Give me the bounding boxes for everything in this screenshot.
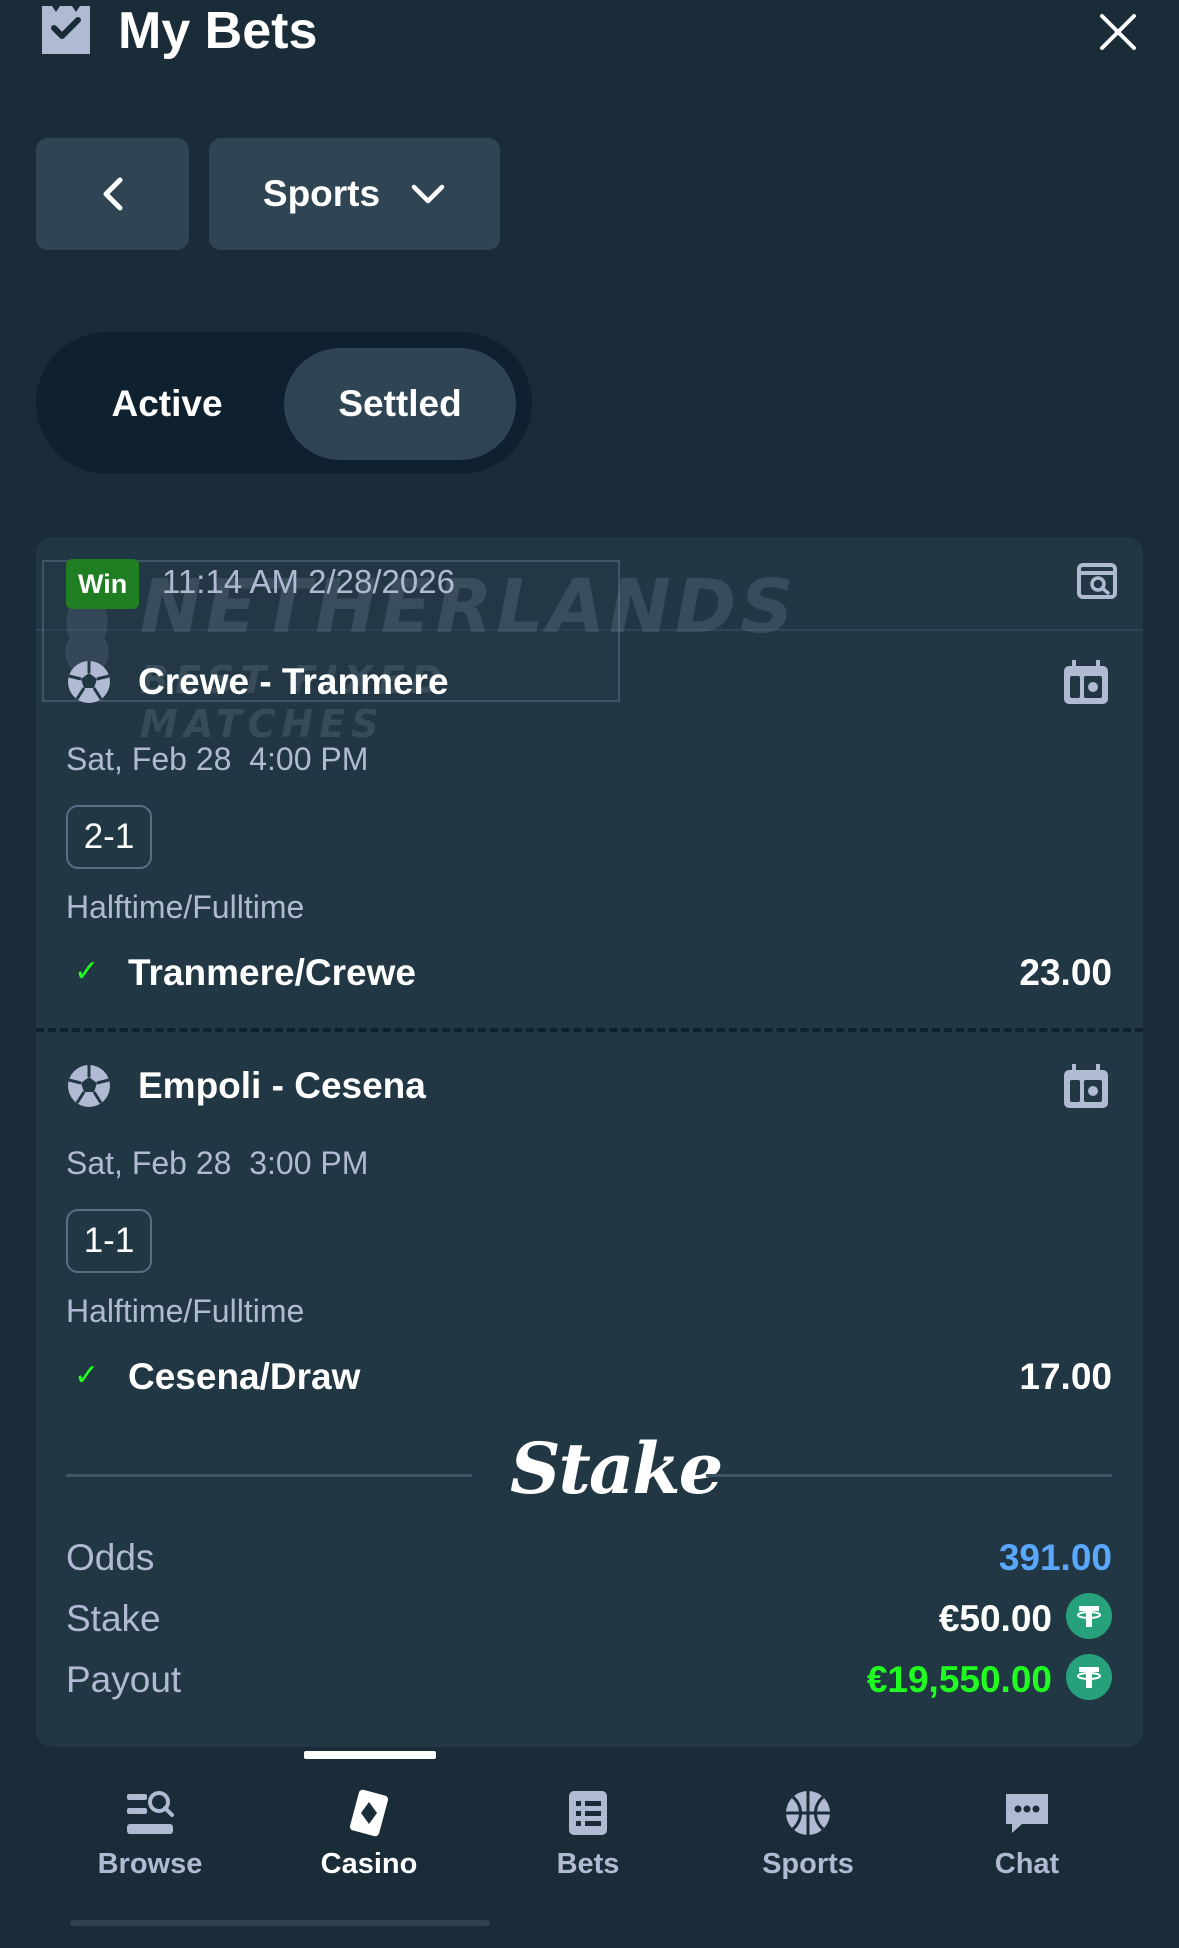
status-badge: Win — [66, 559, 140, 609]
selection-name: Tranmere/Crewe — [128, 952, 416, 993]
market-name: Halftime/Fulltime — [66, 1293, 305, 1329]
leg-odds: 17.00 — [1019, 1356, 1112, 1397]
check-icon: ✓ — [74, 1359, 100, 1392]
bet-timestamp: 11:14 AM 2/28/2026 — [162, 563, 455, 600]
nav-chat[interactable]: Chat — [947, 1788, 1107, 1881]
back-button[interactable] — [36, 138, 189, 250]
nav-bets[interactable]: Bets — [508, 1788, 668, 1881]
category-dropdown[interactable]: Sports — [209, 138, 500, 250]
category-dropdown-label: Sports — [262, 173, 381, 214]
payout-label: Payout — [66, 1659, 182, 1700]
divider — [66, 1474, 472, 1477]
divider — [36, 629, 1143, 631]
nav-casino-label: Casino — [320, 1848, 418, 1880]
stats-icon[interactable] — [1062, 658, 1110, 706]
nav-bets-label: Bets — [556, 1848, 620, 1880]
match-name[interactable]: Empoli - Cesena — [138, 1065, 426, 1107]
sports-icon — [786, 1791, 830, 1835]
tab-active[interactable]: Active — [54, 348, 280, 460]
stake-amount: €50.00 — [938, 1598, 1052, 1639]
check-icon: ✓ — [74, 955, 100, 988]
obscured-content — [70, 1920, 490, 1926]
bet-preview-icon[interactable] — [1076, 560, 1118, 602]
payout-amount: €19,550.00 — [866, 1659, 1052, 1700]
match-date: Sat, Feb 28 — [66, 741, 232, 777]
close-icon[interactable] — [1094, 8, 1142, 56]
nav-sports-label: Sports — [762, 1848, 854, 1880]
stats-icon[interactable] — [1062, 1062, 1110, 1110]
match-name[interactable]: Crewe - Tranmere — [138, 661, 449, 703]
nav-active-indicator — [304, 1751, 436, 1759]
match-date: Sat, Feb 28 — [66, 1145, 232, 1181]
bets-icon — [569, 1791, 607, 1835]
page-title: My Bets — [118, 2, 318, 60]
browse-icon — [127, 1791, 174, 1834]
tab-settled[interactable]: Settled — [284, 348, 516, 460]
nav-sports[interactable]: Sports — [728, 1788, 888, 1881]
divider — [706, 1474, 1112, 1477]
bottom-nav: Browse Casino Bets Sports Chat — [0, 1748, 1179, 1948]
leg-odds: 23.00 — [1019, 952, 1112, 993]
score-box: 2-1 — [66, 805, 152, 869]
soccer-ball-icon — [68, 1065, 110, 1107]
match-datetime: Sat, Feb 28 4:00 PM — [66, 741, 368, 778]
soccer-ball-icon — [68, 661, 110, 703]
match-time: 4:00 PM — [249, 741, 369, 777]
nav-casino[interactable]: Casino — [289, 1788, 449, 1881]
bet-slip-icon — [42, 6, 90, 54]
casino-icon — [349, 1789, 389, 1837]
total-odds: 391.00 — [998, 1537, 1112, 1578]
chevron-left-icon — [103, 177, 122, 211]
match-time: 3:00 PM — [249, 1145, 369, 1181]
nav-browse-label: Browse — [97, 1848, 203, 1880]
stake-label: Stake — [66, 1598, 161, 1639]
stake-logo: Stake — [510, 1427, 723, 1510]
chat-icon — [1006, 1794, 1048, 1833]
match-datetime: Sat, Feb 28 3:00 PM — [66, 1145, 368, 1182]
market-name: Halftime/Fulltime — [66, 889, 305, 925]
chevron-down-icon — [411, 184, 445, 204]
odds-label: Odds — [66, 1537, 155, 1578]
tether-icon — [1066, 1654, 1112, 1700]
bet-card[interactable]: NETHERLANDS BEST FIXED MATCHES Win 11:14… — [36, 537, 1143, 1747]
leg-separator — [36, 1028, 1143, 1032]
tether-icon — [1066, 1593, 1112, 1639]
selection-name: Cesena/Draw — [128, 1356, 361, 1397]
bet-status-toggle: Active Settled — [36, 332, 532, 474]
nav-browse[interactable]: Browse — [70, 1788, 230, 1881]
nav-chat-label: Chat — [994, 1848, 1060, 1880]
score-box: 1-1 — [66, 1209, 152, 1273]
